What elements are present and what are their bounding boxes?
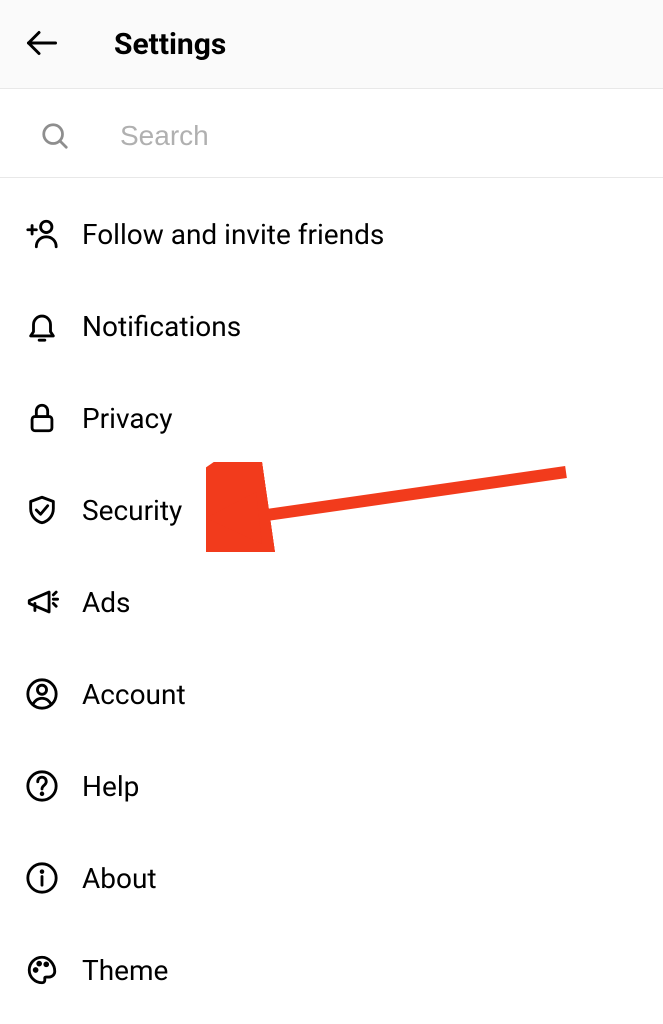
settings-menu: Follow and invite friends Notifications … (0, 178, 663, 1016)
search-row[interactable] (0, 89, 663, 178)
question-circle-icon (20, 764, 64, 808)
menu-item-ads[interactable]: Ads (0, 556, 663, 648)
menu-item-privacy[interactable]: Privacy (0, 372, 663, 464)
menu-item-follow-invite[interactable]: Follow and invite friends (0, 188, 663, 280)
lock-icon (20, 396, 64, 440)
info-circle-icon (20, 856, 64, 900)
header: Settings (0, 0, 663, 89)
menu-item-label: Help (82, 770, 139, 803)
menu-item-label: Follow and invite friends (82, 218, 384, 251)
megaphone-icon (20, 580, 64, 624)
bell-icon (20, 304, 64, 348)
menu-item-label: Notifications (82, 310, 241, 343)
back-button[interactable] (20, 22, 64, 66)
menu-item-label: Theme (82, 954, 168, 987)
menu-item-label: Security (82, 494, 182, 527)
shield-check-icon (20, 488, 64, 532)
palette-icon (20, 948, 64, 992)
menu-item-label: Privacy (82, 402, 172, 435)
search-icon (38, 119, 72, 153)
menu-item-account[interactable]: Account (0, 648, 663, 740)
arrow-left-icon (24, 25, 60, 64)
menu-item-label: Ads (82, 586, 131, 619)
menu-item-label: Account (82, 678, 186, 711)
menu-item-security[interactable]: Security (0, 464, 663, 556)
add-person-icon (20, 212, 64, 256)
menu-item-label: About (82, 862, 157, 895)
page-title: Settings (114, 27, 226, 62)
person-circle-icon (20, 672, 64, 716)
menu-item-theme[interactable]: Theme (0, 924, 663, 1016)
menu-item-about[interactable]: About (0, 832, 663, 924)
menu-item-notifications[interactable]: Notifications (0, 280, 663, 372)
search-input[interactable] (120, 120, 625, 152)
menu-item-help[interactable]: Help (0, 740, 663, 832)
